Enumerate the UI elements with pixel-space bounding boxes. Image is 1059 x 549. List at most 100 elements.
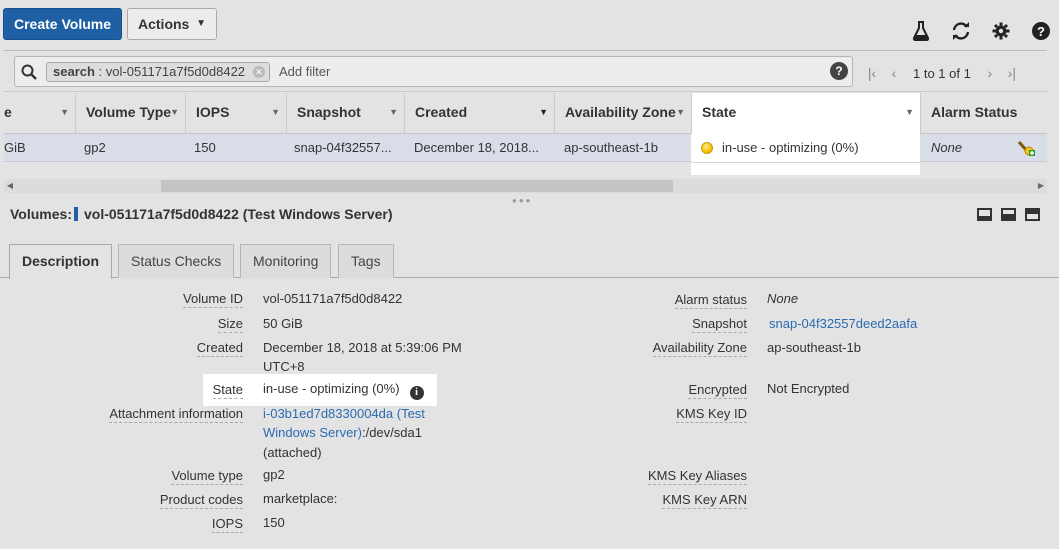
cell-snapshot: snap-04f32557...: [294, 140, 392, 155]
state-pending-icon: [701, 142, 713, 154]
prev-page-icon[interactable]: ‹: [883, 65, 905, 81]
search-filter-token[interactable]: search : vol-051171a7f5d0d8422 ✕: [46, 62, 271, 82]
pagination: |‹ ‹ 1 to 1 of 1 › ›|: [861, 63, 1023, 83]
column-header-size[interactable]: e ▼: [4, 93, 75, 134]
column-label: Availability Zone: [565, 104, 676, 120]
label-created: Created: [196, 340, 243, 357]
label-volume-type: Volume type: [171, 468, 243, 485]
value-encrypted: Not Encrypted: [767, 381, 850, 396]
sort-icon: ▼: [170, 107, 179, 117]
cell-volume-type: gp2: [84, 140, 106, 155]
first-page-icon[interactable]: |‹: [861, 65, 883, 81]
label-snapshot: Snapshot: [692, 316, 747, 333]
next-page-icon[interactable]: ›: [979, 65, 1001, 81]
scrollbar-thumb[interactable]: [161, 180, 673, 192]
sort-icon: ▼: [676, 107, 685, 117]
close-icon[interactable]: ✕: [253, 66, 266, 78]
table-header: e ▼ Volume Type ▼ IOPS ▼ Snapshot ▼ Created ▼…: [4, 93, 1047, 134]
state-value-text: in-use - optimizing (0%): [263, 381, 400, 396]
gear-icon[interactable]: [990, 20, 1012, 42]
selection-marker: [73, 207, 78, 221]
attachment-instance-link[interactable]: i-03b1ed7d8330004da (Test: [263, 406, 425, 421]
sort-icon: ▼: [539, 107, 548, 117]
column-label: Created: [415, 104, 468, 120]
column-header-iops[interactable]: IOPS ▼: [185, 93, 286, 134]
actions-button[interactable]: Actions ▼: [127, 8, 217, 40]
value-attachment-line2: Windows Server):/dev/sda1: [263, 425, 422, 440]
cell-availability-zone: ap-southeast-1b: [564, 140, 658, 155]
search-help-icon[interactable]: ?: [830, 62, 848, 80]
label-alarm-status: Alarm status: [674, 292, 747, 309]
filter-bar: search : vol-051171a7f5d0d8422 ✕ Add filt…: [4, 50, 1047, 92]
help-icon[interactable]: ?: [1030, 20, 1052, 42]
info-icon[interactable]: i: [409, 386, 424, 400]
value-availability-zone: ap-southeast-1b: [767, 340, 861, 355]
column-header-alarm-status[interactable]: Alarm Status: [920, 93, 1047, 134]
snapshot-link[interactable]: snap-04f32557deed2aafa: [769, 316, 917, 331]
cell-iops: 150: [194, 140, 216, 155]
column-label: IOPS: [196, 104, 230, 120]
sort-icon: ▼: [60, 107, 69, 117]
search-icon: [15, 57, 43, 86]
flask-icon[interactable]: [910, 20, 932, 42]
label-volume-id: Volume ID: [183, 291, 243, 308]
search-input[interactable]: search : vol-051171a7f5d0d8422 ✕ Add filt…: [14, 56, 853, 87]
sort-icon: ▼: [271, 107, 280, 117]
attachment-device: :/dev/sda1: [361, 425, 422, 440]
label-iops: IOPS: [211, 516, 243, 533]
value-created-line1: December 18, 2018 at 5:39:06 PM: [263, 340, 462, 355]
horizontal-scrollbar[interactable]: ◀ ▶: [4, 179, 1047, 193]
label-availability-zone: Availability Zone: [652, 340, 747, 357]
tab-description[interactable]: Description: [9, 244, 113, 279]
label-kms-key-arn: KMS Key ARN: [662, 492, 747, 509]
panel-half-icon[interactable]: [1001, 208, 1016, 221]
add-filter-placeholder[interactable]: Add filter: [279, 64, 330, 79]
panel-maximize-icon[interactable]: [1025, 208, 1040, 221]
column-header-volume-type[interactable]: Volume Type ▼: [75, 93, 185, 134]
panel-resize-handle[interactable]: ●●●: [512, 196, 533, 205]
create-volume-button[interactable]: Create Volume: [3, 8, 122, 40]
panel-minimize-icon[interactable]: [977, 208, 992, 221]
label-size: Size: [217, 316, 243, 333]
page-range-text: 1 to 1 of 1: [913, 65, 971, 81]
tab-monitoring[interactable]: Monitoring: [240, 244, 332, 278]
value-product-codes: marketplace:: [263, 491, 338, 506]
label-kms-key-aliases: KMS Key Aliases: [648, 468, 747, 485]
state-text: in-use - optimizing (0%): [722, 140, 859, 155]
value-attachment-status: (attached): [263, 445, 322, 460]
label-state: State: [212, 382, 243, 399]
scroll-right-icon[interactable]: ▶: [1035, 179, 1047, 193]
label-product-codes: Product codes: [159, 492, 243, 509]
column-label: Snapshot: [297, 104, 361, 120]
label-kms-key-id: KMS Key ID: [676, 406, 747, 423]
column-label: State: [702, 104, 737, 120]
actions-label: Actions: [138, 16, 190, 32]
column-header-created[interactable]: Created ▼: [404, 93, 554, 134]
column-header-snapshot[interactable]: Snapshot ▼: [286, 93, 404, 134]
value-created-line2: UTC+8: [263, 359, 305, 374]
tab-status-checks[interactable]: Status Checks: [118, 244, 235, 278]
sort-icon: ▼: [905, 107, 914, 117]
column-header-availability-zone[interactable]: Availability Zone ▼: [554, 93, 691, 134]
sort-icon: ▼: [389, 107, 398, 117]
label-encrypted: Encrypted: [688, 382, 747, 399]
top-toolbar: Create Volume Actions ▼ ?: [0, 0, 1059, 48]
value-alarm-status: None: [767, 291, 799, 306]
token-key: search: [53, 64, 95, 79]
refresh-icon[interactable]: [950, 20, 972, 42]
chevron-down-icon: ▼: [196, 18, 206, 29]
tab-tags[interactable]: Tags: [338, 244, 394, 278]
cell-created: December 18, 2018...: [414, 140, 540, 155]
attachment-instance-link-cont[interactable]: Windows Server): [263, 425, 362, 440]
details-tabs: Description Status Checks Monitoring Tag…: [0, 244, 1059, 279]
create-alarm-icon[interactable]: [1016, 138, 1036, 158]
details-title: Volumes: vol-051171a7f5d0d8422 (Test Wind…: [10, 206, 393, 222]
cell-alarm-status: None: [931, 140, 963, 155]
label-attachment-information: Attachment information: [109, 406, 243, 423]
scroll-left-icon[interactable]: ◀: [4, 179, 16, 193]
value-state: in-use - optimizing (0%) i: [263, 381, 424, 400]
column-header-state[interactable]: State ▼: [691, 93, 920, 134]
last-page-icon[interactable]: ›|: [1001, 65, 1023, 81]
cell-size: GiB: [4, 140, 26, 155]
value-volume-type: gp2: [263, 467, 285, 482]
